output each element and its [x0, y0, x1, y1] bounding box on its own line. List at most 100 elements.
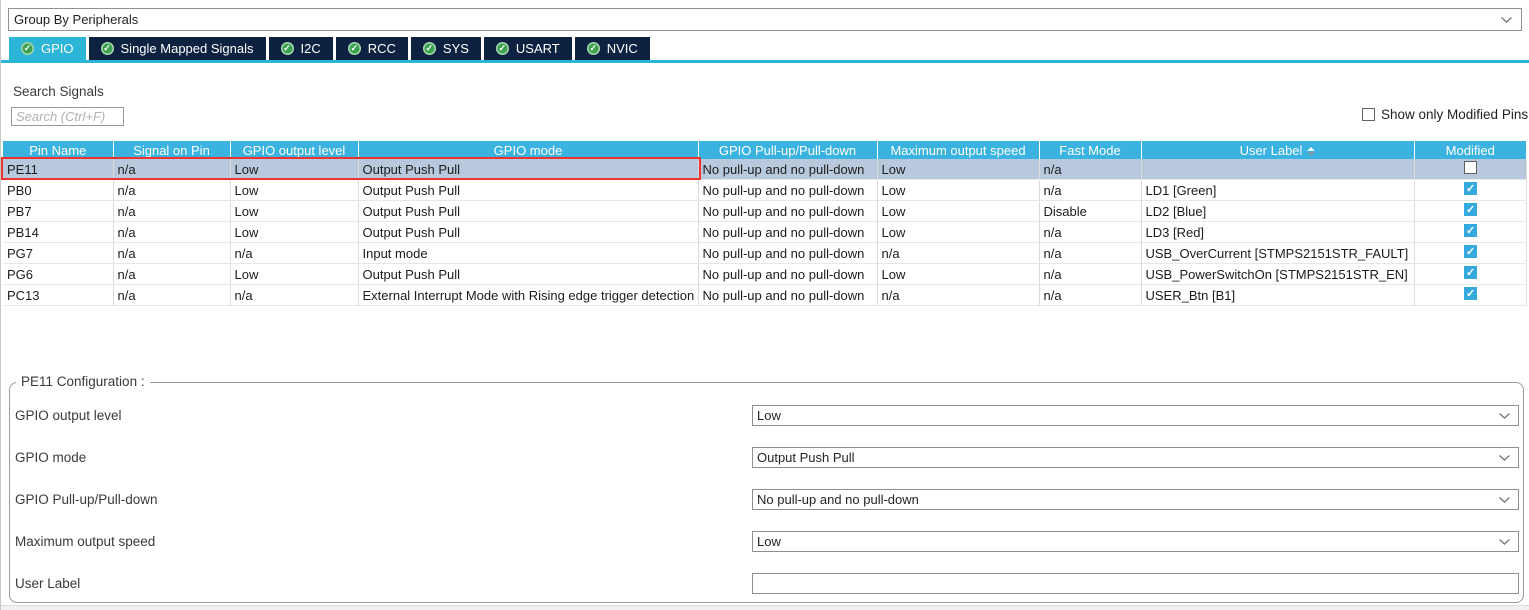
- gpio-mode-cell[interactable]: Input mode: [358, 243, 698, 264]
- table-row-pb7[interactable]: PB7n/aLowOutput Push PullNo pull-up and …: [3, 201, 1526, 222]
- user-label-cell[interactable]: [1141, 159, 1414, 180]
- gpio-pull-up-pull-down-cell[interactable]: No pull-up and no pull-down: [698, 243, 877, 264]
- tab-gpio[interactable]: ✓GPIO: [9, 37, 86, 60]
- column-header-user-label[interactable]: User Label: [1141, 141, 1414, 159]
- column-header-gpio-pull-up-pull-down[interactable]: GPIO Pull-up/Pull-down: [698, 141, 877, 159]
- user-label-cell[interactable]: USB_PowerSwitchOn [STMPS2151STR_EN]: [1141, 264, 1414, 285]
- signal-on-pin-cell[interactable]: n/a: [113, 222, 230, 243]
- pin-name-cell[interactable]: PB0: [3, 180, 113, 201]
- gpio-mode-cell[interactable]: Output Push Pull: [358, 264, 698, 285]
- gpio-output-level-cell[interactable]: Low: [230, 201, 358, 222]
- tab-usart[interactable]: ✓USART: [484, 37, 572, 60]
- gpio-output-level-select[interactable]: Low: [752, 405, 1519, 426]
- pin-name-cell[interactable]: PG7: [3, 243, 113, 264]
- fast-mode-cell[interactable]: n/a: [1039, 159, 1141, 180]
- user-label-cell[interactable]: LD3 [Red]: [1141, 222, 1414, 243]
- maximum-output-speed-select[interactable]: Low: [752, 531, 1519, 552]
- table-row-pb0[interactable]: PB0n/aLowOutput Push PullNo pull-up and …: [3, 180, 1526, 201]
- show-only-modified-checkbox[interactable]: [1362, 108, 1375, 121]
- column-header-maximum-output-speed[interactable]: Maximum output speed: [877, 141, 1039, 159]
- table-row-pg6[interactable]: PG6n/aLowOutput Push PullNo pull-up and …: [3, 264, 1526, 285]
- gpio-mode-select[interactable]: Output Push Pull: [752, 447, 1519, 468]
- signal-on-pin-cell[interactable]: n/a: [113, 201, 230, 222]
- gpio-mode-cell[interactable]: External Interrupt Mode with Rising edge…: [358, 285, 698, 306]
- fast-mode-cell[interactable]: n/a: [1039, 285, 1141, 306]
- column-header-gpio-output-level[interactable]: GPIO output level: [230, 141, 358, 159]
- modified-checkbox[interactable]: [1464, 287, 1477, 300]
- pin-configuration-groupbox: PE11 Configuration : GPIO output levelLo…: [9, 382, 1524, 603]
- pin-name-cell[interactable]: PG6: [3, 264, 113, 285]
- gpio-pull-up-pull-down-cell[interactable]: No pull-up and no pull-down: [698, 222, 877, 243]
- signal-on-pin-cell[interactable]: n/a: [113, 159, 230, 180]
- pin-name-cell[interactable]: PB14: [3, 222, 113, 243]
- gpio-pull-up-pull-down-cell[interactable]: No pull-up and no pull-down: [698, 180, 877, 201]
- fast-mode-cell[interactable]: n/a: [1039, 180, 1141, 201]
- user-label-cell[interactable]: LD2 [Blue]: [1141, 201, 1414, 222]
- signal-on-pin-cell[interactable]: n/a: [113, 243, 230, 264]
- search-input[interactable]: [11, 107, 124, 126]
- group-by-select[interactable]: Group By Peripherals: [8, 8, 1522, 31]
- column-header-label: Fast Mode: [1059, 143, 1120, 158]
- column-header-gpio-mode[interactable]: GPIO mode: [358, 141, 698, 159]
- check-circle-icon: ✓: [423, 42, 436, 55]
- column-header-fast-mode[interactable]: Fast Mode: [1039, 141, 1141, 159]
- gpio-pull-up-pull-down-cell[interactable]: No pull-up and no pull-down: [698, 264, 877, 285]
- table-row-pb14[interactable]: PB14n/aLowOutput Push PullNo pull-up and…: [3, 222, 1526, 243]
- gpio-mode-cell[interactable]: Output Push Pull: [358, 159, 698, 180]
- user-label-cell[interactable]: USER_Btn [B1]: [1141, 285, 1414, 306]
- pin-name-cell[interactable]: PB7: [3, 201, 113, 222]
- maximum-output-speed-cell[interactable]: Low: [877, 222, 1039, 243]
- gpio-pull-up-pull-down-cell[interactable]: No pull-up and no pull-down: [698, 159, 877, 180]
- tab-single-mapped-signals[interactable]: ✓Single Mapped Signals: [89, 37, 266, 60]
- gpio-output-level-cell[interactable]: Low: [230, 264, 358, 285]
- maximum-output-speed-cell[interactable]: Low: [877, 201, 1039, 222]
- gpio-output-level-cell[interactable]: n/a: [230, 243, 358, 264]
- gpio-output-level-cell[interactable]: Low: [230, 222, 358, 243]
- signal-on-pin-cell[interactable]: n/a: [113, 180, 230, 201]
- gpio-pull-up-pull-down-cell[interactable]: No pull-up and no pull-down: [698, 201, 877, 222]
- maximum-output-speed-cell[interactable]: Low: [877, 180, 1039, 201]
- modified-checkbox[interactable]: [1464, 266, 1477, 279]
- table-row-pe11[interactable]: PE11n/aLowOutput Push PullNo pull-up and…: [3, 159, 1526, 180]
- tab-nvic[interactable]: ✓NVIC: [575, 37, 650, 60]
- gpio-pull-up-pull-down-cell[interactable]: No pull-up and no pull-down: [698, 285, 877, 306]
- column-header-signal-on-pin[interactable]: Signal on Pin: [113, 141, 230, 159]
- tab-sys[interactable]: ✓SYS: [411, 37, 481, 60]
- maximum-output-speed-cell[interactable]: Low: [877, 264, 1039, 285]
- gpio-output-level-cell[interactable]: Low: [230, 159, 358, 180]
- signal-on-pin-cell[interactable]: n/a: [113, 285, 230, 306]
- column-header-modified[interactable]: Modified: [1414, 141, 1526, 159]
- modified-checkbox[interactable]: [1464, 224, 1477, 237]
- gpio-pull-up-pull-down-select[interactable]: No pull-up and no pull-down: [752, 489, 1519, 510]
- table-row-pc13[interactable]: PC13n/an/aExternal Interrupt Mode with R…: [3, 285, 1526, 306]
- modified-cell: [1414, 264, 1526, 285]
- gpio-output-level-cell[interactable]: n/a: [230, 285, 358, 306]
- pin-name-cell[interactable]: PE11: [3, 159, 113, 180]
- signal-on-pin-cell[interactable]: n/a: [113, 264, 230, 285]
- fast-mode-cell[interactable]: n/a: [1039, 264, 1141, 285]
- sort-arrows-icon: [1307, 147, 1315, 156]
- maximum-output-speed-cell[interactable]: Low: [877, 159, 1039, 180]
- fast-mode-cell[interactable]: n/a: [1039, 222, 1141, 243]
- modified-checkbox[interactable]: [1464, 161, 1477, 174]
- user-label-input[interactable]: [752, 573, 1519, 594]
- user-label-cell[interactable]: USB_OverCurrent [STMPS2151STR_FAULT]: [1141, 243, 1414, 264]
- fast-mode-cell[interactable]: n/a: [1039, 243, 1141, 264]
- check-circle-icon: ✓: [587, 42, 600, 55]
- table-row-pg7[interactable]: PG7n/an/aInput modeNo pull-up and no pul…: [3, 243, 1526, 264]
- modified-checkbox[interactable]: [1464, 203, 1477, 216]
- tab-i2c[interactable]: ✓I2C: [269, 37, 333, 60]
- gpio-mode-cell[interactable]: Output Push Pull: [358, 180, 698, 201]
- fast-mode-cell[interactable]: Disable: [1039, 201, 1141, 222]
- modified-checkbox[interactable]: [1464, 182, 1477, 195]
- pin-name-cell[interactable]: PC13: [3, 285, 113, 306]
- column-header-pin-name[interactable]: Pin Name: [3, 141, 113, 159]
- gpio-mode-cell[interactable]: Output Push Pull: [358, 222, 698, 243]
- gpio-output-level-cell[interactable]: Low: [230, 180, 358, 201]
- tab-rcc[interactable]: ✓RCC: [336, 37, 408, 60]
- modified-checkbox[interactable]: [1464, 245, 1477, 258]
- maximum-output-speed-cell[interactable]: n/a: [877, 285, 1039, 306]
- user-label-cell[interactable]: LD1 [Green]: [1141, 180, 1414, 201]
- gpio-mode-cell[interactable]: Output Push Pull: [358, 201, 698, 222]
- maximum-output-speed-cell[interactable]: n/a: [877, 243, 1039, 264]
